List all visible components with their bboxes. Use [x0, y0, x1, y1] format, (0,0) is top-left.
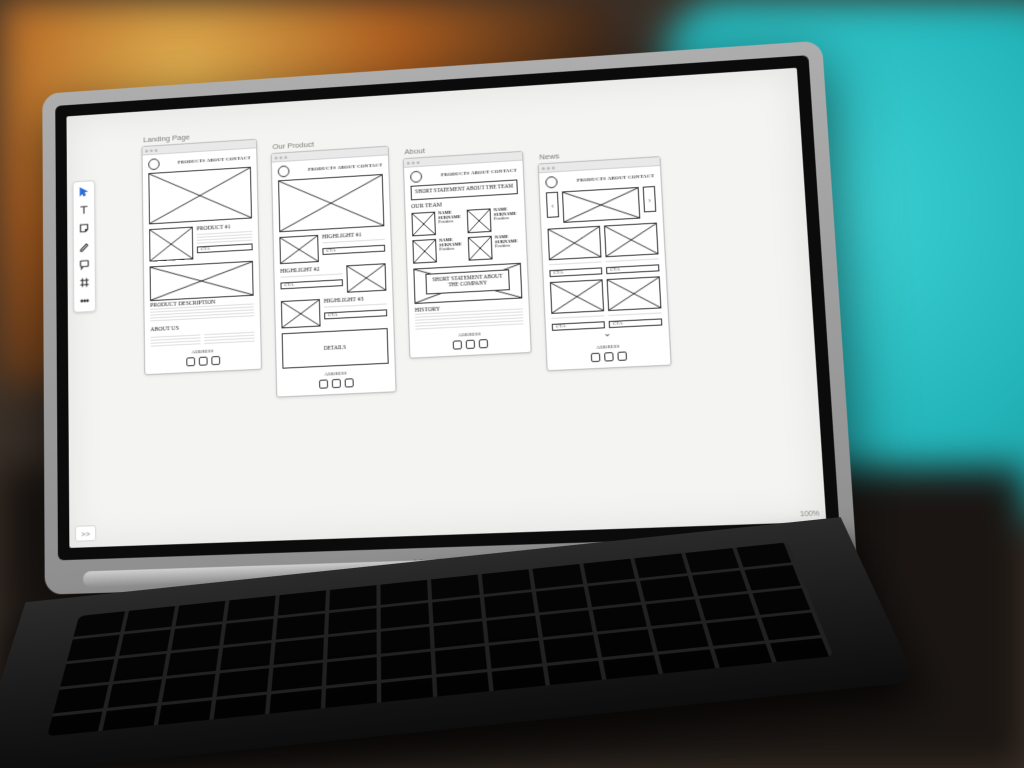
- tool-sticky[interactable]: [77, 220, 92, 236]
- tool-pencil[interactable]: [77, 238, 92, 254]
- tool-frame[interactable]: [77, 274, 92, 290]
- carousel-image: [562, 187, 640, 223]
- team-member: NAME SURNAMEPosition: [467, 206, 520, 232]
- cta-button[interactable]: CTA: [322, 245, 385, 255]
- logo-icon: [278, 165, 290, 177]
- hero-image: [148, 167, 252, 225]
- news-thumb: [550, 279, 604, 314]
- team-banner: SHORT STATEMENT ABOUT THE TEAM: [411, 179, 518, 200]
- cta-button[interactable]: CTA: [606, 264, 659, 274]
- tool-toolbar: [72, 180, 96, 313]
- frame-product[interactable]: PRODUCTS ABOUT CONTACT HIGHLIGHT #1CTA: [271, 146, 397, 398]
- frame-about[interactable]: PRODUCTS ABOUT CONTACT SHORT STATEMENT A…: [403, 151, 532, 358]
- frame-news[interactable]: PRODUCTS ABOUT CONTACT ‹ › CTA: [538, 156, 672, 371]
- news-thumb: [548, 226, 602, 261]
- social-icon[interactable]: [186, 357, 195, 366]
- frame-landing[interactable]: PRODUCTS ABOUT CONTACT PRODUCT #1: [141, 139, 262, 375]
- highlight-thumb: [279, 235, 318, 264]
- carousel-next[interactable]: ›: [643, 186, 657, 212]
- highlight-thumb: [346, 263, 386, 292]
- social-icon[interactable]: [198, 357, 207, 366]
- cta-button[interactable]: CTA: [280, 279, 343, 289]
- footer: ADDRESS: [151, 347, 255, 368]
- tool-comment[interactable]: [77, 256, 92, 272]
- team-member: NAME SURNAMEPosition: [412, 237, 464, 263]
- company-banner: SHORT STATEMENT ABOUT THE COMPANY: [425, 269, 510, 294]
- news-thumb: [604, 223, 659, 258]
- logo-icon: [148, 158, 159, 170]
- social-icon[interactable]: [211, 356, 220, 365]
- hero-image: [278, 174, 384, 232]
- highlight-thumb: [281, 299, 321, 328]
- product-description-section: PRODUCT DESCRIPTION: [150, 261, 254, 323]
- team-member: NAME SURNAMEPosition: [468, 234, 521, 260]
- design-canvas[interactable]: >> 100% Landing Page PRODUCTS ABOUT CONT…: [66, 68, 826, 548]
- details-section: DETAILS: [282, 328, 389, 369]
- laptop: MacBook: [30, 60, 830, 700]
- team-member: NAME SURNAMEPosition: [411, 210, 463, 236]
- cta-button[interactable]: CTA: [324, 309, 387, 319]
- collapse-toolbar-button[interactable]: >>: [75, 525, 96, 542]
- cta-button[interactable]: CTA: [549, 267, 602, 277]
- about-us-heading: ABOUT US: [150, 322, 254, 333]
- news-thumb: [607, 276, 662, 311]
- cta-button[interactable]: CTA: [197, 243, 253, 253]
- tool-select[interactable]: [76, 184, 91, 200]
- tool-text[interactable]: [76, 202, 91, 218]
- zoom-percent[interactable]: 100%: [800, 510, 820, 518]
- product-thumb: [149, 227, 193, 262]
- carousel-prev[interactable]: ‹: [546, 192, 559, 218]
- tool-more[interactable]: [77, 293, 92, 309]
